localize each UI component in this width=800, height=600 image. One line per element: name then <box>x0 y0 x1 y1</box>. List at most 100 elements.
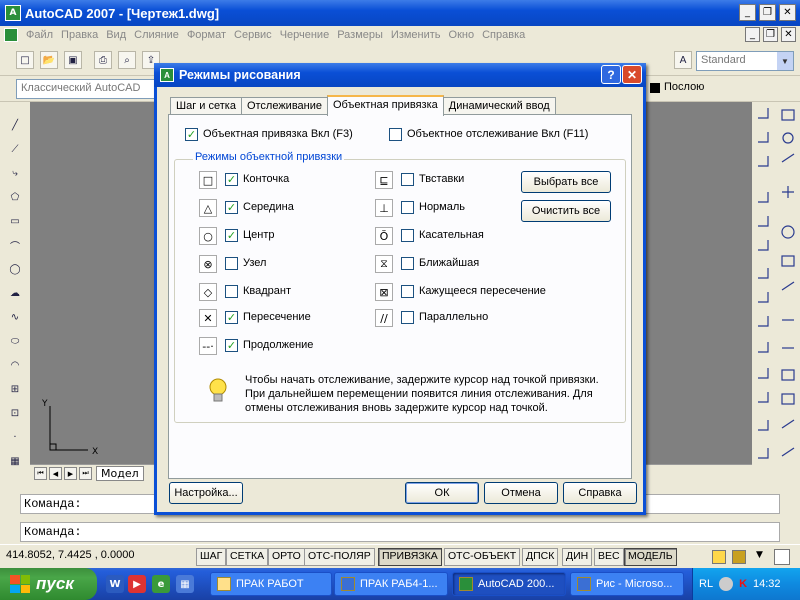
parallel-checkbox[interactable] <box>401 311 414 324</box>
help-button[interactable]: Справка <box>563 482 637 504</box>
close-window-button[interactable]: ✕ <box>779 4 796 21</box>
ellipse-arc-icon[interactable]: ◠ <box>6 356 24 374</box>
media-quicklaunch-icon[interactable]: ▶ <box>128 575 146 593</box>
insert-block-icon[interactable]: ⊞ <box>6 380 24 398</box>
taskbar-item[interactable]: ПРАК РАБОТ <box>210 572 332 596</box>
text-style-combo[interactable]: Standard ▼ <box>696 51 794 71</box>
quadrant-checkbox[interactable] <box>225 285 238 298</box>
spline-icon[interactable]: ∿ <box>6 308 24 326</box>
insertion-checkbox[interactable] <box>401 173 414 186</box>
menu-window[interactable]: Окно <box>445 29 479 41</box>
menu-tools[interactable]: Сервис <box>230 29 276 41</box>
taskbar-item[interactable]: Рис - Microso... <box>570 572 684 596</box>
node-checkbox[interactable] <box>225 257 238 270</box>
midpoint-checkbox[interactable]: ✓ <box>225 201 238 214</box>
menu-format[interactable]: Формат <box>183 29 230 41</box>
arc-icon[interactable]: ⌒ <box>6 236 24 254</box>
clear-all-button[interactable]: Очистить все <box>521 200 611 222</box>
next-tab-icon[interactable]: ▶ <box>64 467 77 480</box>
open-file-icon[interactable]: 📂 <box>40 51 58 69</box>
circle-icon[interactable]: ◯ <box>6 260 24 278</box>
options-button[interactable]: Настройка... <box>169 482 243 504</box>
polyline-icon[interactable]: ⤷ <box>6 164 24 182</box>
antivirus-icon[interactable]: K <box>739 578 747 590</box>
make-block-icon[interactable]: ⊡ <box>6 404 24 422</box>
dialog-titlebar[interactable]: A Режимы рисования ? ✕ <box>154 63 646 87</box>
taskbar-item[interactable]: AutoCAD 200... <box>452 572 566 596</box>
otrack-toggle[interactable]: ОТС-ОБЪЕКТ <box>444 548 521 566</box>
hatch-icon[interactable]: ▦ <box>6 452 24 470</box>
text-style-icon[interactable]: A <box>674 51 692 69</box>
doc-minimize-button[interactable]: _ <box>745 27 760 42</box>
taskbar-item[interactable]: ПРАК РАБ4-1... <box>334 572 448 596</box>
tab-dynamic-input[interactable]: Динамический ввод <box>442 97 556 115</box>
rectangle-icon[interactable]: ▭ <box>6 212 24 230</box>
extension-checkbox[interactable]: ✓ <box>225 339 238 352</box>
menu-dimension[interactable]: Размеры <box>333 29 387 41</box>
last-tab-icon[interactable]: ⏭ <box>79 467 92 480</box>
restore-button[interactable]: ❐ <box>759 4 776 21</box>
word-quicklaunch-icon[interactable]: W <box>106 575 124 593</box>
workspace-combo[interactable]: Классический AutoCAD <box>16 79 156 99</box>
apparent-intersection-checkbox[interactable] <box>401 285 414 298</box>
ellipse-icon[interactable]: ⬭ <box>6 332 24 350</box>
cancel-button[interactable]: Отмена <box>484 482 558 504</box>
center-checkbox[interactable]: ✓ <box>225 229 238 242</box>
coordinates-readout[interactable]: 414.8052, 7.4425 , 0.0000 <box>6 549 134 561</box>
menu-draw[interactable]: Черчение <box>276 29 334 41</box>
select-all-button[interactable]: Выбрать все <box>521 171 611 193</box>
menu-edit[interactable]: Правка <box>57 29 102 41</box>
ortho-toggle[interactable]: ОРТО <box>268 548 305 566</box>
desktop-quicklaunch-icon[interactable]: ▦ <box>176 575 194 593</box>
construction-line-icon[interactable]: ⟋ <box>6 140 24 158</box>
first-tab-icon[interactable]: ⏮ <box>34 467 47 480</box>
lineweight-toggle[interactable]: ВЕС <box>594 548 624 566</box>
menu-help[interactable]: Справка <box>478 29 529 41</box>
menu-modify[interactable]: Изменить <box>387 29 445 41</box>
chevron-down-icon[interactable]: ▼ <box>756 550 763 560</box>
menu-view[interactable]: Вид <box>102 29 130 41</box>
browser-quicklaunch-icon[interactable]: e <box>152 575 170 593</box>
save-icon[interactable]: ▣ <box>64 51 82 69</box>
minimize-button[interactable]: _ <box>739 4 756 21</box>
model-toggle[interactable]: МОДЕЛЬ <box>624 548 677 566</box>
volume-icon[interactable] <box>719 577 734 591</box>
chevron-down-icon[interactable]: ▼ <box>777 52 793 70</box>
doc-close-button[interactable]: ✕ <box>781 27 796 42</box>
tab-object-snap[interactable]: Объектная привязка <box>327 95 444 116</box>
tangent-checkbox[interactable] <box>401 229 414 242</box>
otrack-on-checkbox[interactable] <box>389 128 402 141</box>
prev-tab-icon[interactable]: ◀ <box>49 467 62 480</box>
revision-cloud-icon[interactable]: ☁ <box>6 284 24 302</box>
polygon-icon[interactable]: ⬠ <box>6 188 24 206</box>
doc-restore-button[interactable]: ❐ <box>763 27 778 42</box>
ducs-toggle[interactable]: ДПСК <box>522 548 559 566</box>
intersection-checkbox[interactable]: ✓ <box>225 311 238 324</box>
perpendicular-checkbox[interactable] <box>401 201 414 214</box>
new-file-icon[interactable]: □ <box>16 51 34 69</box>
snap-toggle[interactable]: ШАГ <box>196 548 227 566</box>
help-icon[interactable]: ? <box>601 65 621 84</box>
close-icon[interactable]: ✕ <box>622 65 642 84</box>
ok-button[interactable]: ОК <box>405 482 479 504</box>
command-input[interactable]: Команда: <box>20 522 780 542</box>
line-icon[interactable]: ╱ <box>6 116 24 134</box>
nearest-checkbox[interactable] <box>401 257 414 270</box>
language-indicator[interactable]: RL <box>699 578 713 590</box>
polar-toggle[interactable]: ОТС-ПОЛЯР <box>304 548 375 566</box>
tab-snap-grid[interactable]: Шаг и сетка <box>170 97 242 115</box>
preview-icon[interactable]: ⌕ <box>118 51 136 69</box>
tray-settings-icon[interactable] <box>712 550 726 564</box>
linetype-combo[interactable]: Послою <box>660 79 794 99</box>
endpoint-checkbox[interactable]: ✓ <box>225 173 238 186</box>
osnap-toggle[interactable]: ПРИВЯЗКА <box>378 548 442 566</box>
menu-file[interactable]: Файл <box>22 29 57 41</box>
lock-icon[interactable] <box>732 550 746 564</box>
tab-polar-tracking[interactable]: Отслеживание <box>240 97 328 115</box>
clean-screen-icon[interactable] <box>774 549 790 565</box>
osnap-on-checkbox[interactable]: ✓ <box>185 128 198 141</box>
print-icon[interactable]: ⎙ <box>94 51 112 69</box>
menu-merge[interactable]: Слияние <box>130 29 183 41</box>
grid-toggle[interactable]: СЕТКА <box>226 548 269 566</box>
model-tab[interactable]: Модел <box>96 466 144 481</box>
